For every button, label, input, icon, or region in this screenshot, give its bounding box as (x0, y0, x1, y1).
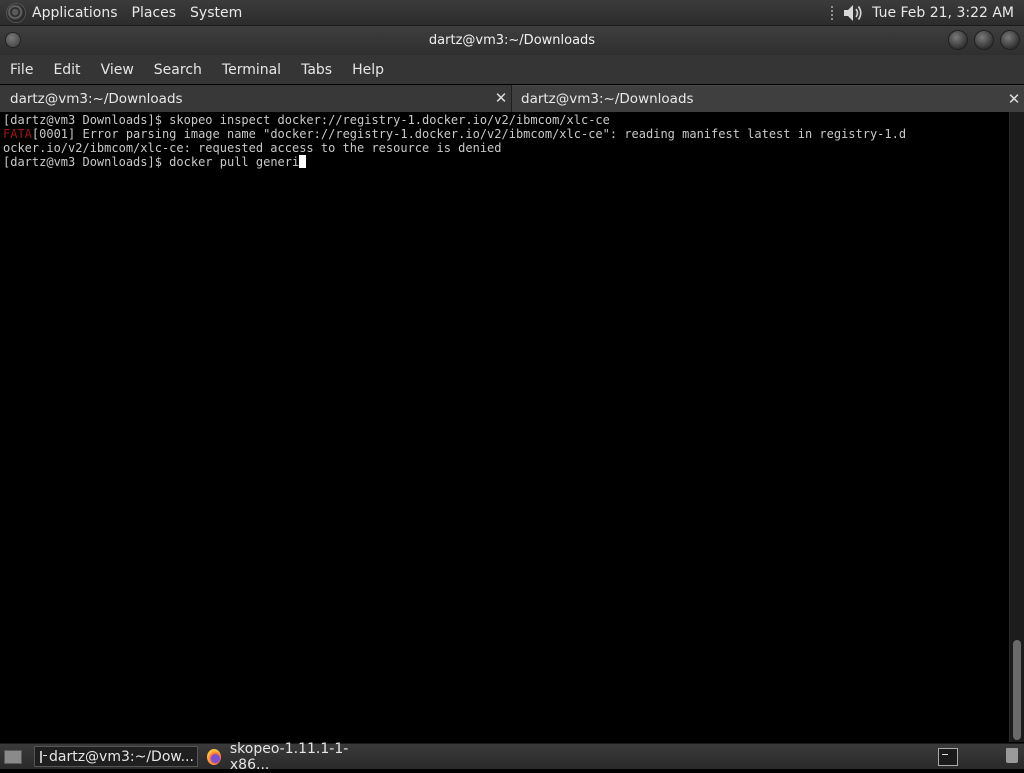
terminal-line: [dartz@vm3 Downloads]$ skopeo inspect do… (3, 113, 610, 127)
volume-icon[interactable] (842, 3, 864, 23)
bottom-panel: dartz@vm3:~/Dow... skopeo-1.11.1-1-x86..… (0, 741, 1024, 773)
menu-search[interactable]: Search (144, 62, 212, 78)
terminal-output[interactable]: [dartz@vm3 Downloads]$ skopeo inspect do… (0, 112, 1009, 742)
command-input[interactable]: docker pull generi (169, 155, 299, 169)
terminal-icon (40, 750, 47, 763)
tab-label: dartz@vm3:~/Downloads (10, 90, 183, 107)
window-menu-icon[interactable] (6, 33, 20, 47)
tab-label: dartz@vm3:~/Downloads (521, 91, 694, 107)
menu-view[interactable]: View (91, 62, 144, 78)
window-title: dartz@vm3:~/Downloads (428, 33, 596, 48)
minimize-button[interactable] (949, 31, 967, 49)
close-window-button[interactable] (1001, 31, 1019, 49)
scrollbar-thumb[interactable] (1013, 640, 1021, 740)
close-tab-icon[interactable]: ✕ (493, 89, 509, 107)
menu-edit[interactable]: Edit (43, 62, 90, 78)
taskbar-item-label: dartz@vm3:~/Dow... (49, 748, 194, 765)
tab-2[interactable]: dartz@vm3:~/Downloads ✕ (512, 85, 1024, 112)
trash-icon[interactable] (1006, 748, 1018, 763)
terminal-scrollbar[interactable] (1009, 112, 1024, 742)
terminal-line: ocker.io/v2/ibmcom/xlc-ce: requested acc… (3, 141, 502, 155)
tray-drag-handle-icon[interactable] (830, 4, 835, 21)
tab-bar: dartz@vm3:~/Downloads ✕ dartz@vm3:~/Down… (0, 85, 1024, 112)
menu-terminal[interactable]: Terminal (212, 62, 291, 78)
places-menu[interactable]: Places (132, 5, 177, 21)
taskbar-item-terminal[interactable]: dartz@vm3:~/Dow... (34, 746, 198, 767)
clock[interactable]: Tue Feb 21, 3:22 AM (872, 5, 1014, 21)
menu-tabs[interactable]: Tabs (291, 62, 342, 78)
firefox-icon (207, 748, 221, 765)
close-tab-icon[interactable]: ✕ (1006, 90, 1022, 108)
workspace-switcher-icon[interactable] (938, 747, 958, 766)
text-cursor (299, 155, 307, 168)
taskbar-item-firefox[interactable]: skopeo-1.11.1-1-x86... (202, 741, 372, 773)
menu-file[interactable]: File (0, 62, 43, 78)
maximize-button[interactable] (975, 31, 993, 49)
terminal-prompt-line[interactable]: [dartz@vm3 Downloads]$ docker pull gener… (3, 155, 1009, 169)
window-titlebar[interactable]: dartz@vm3:~/Downloads (0, 26, 1024, 55)
distro-logo-icon[interactable] (7, 3, 25, 22)
menu-help[interactable]: Help (342, 62, 394, 78)
panel-tray: Tue Feb 21, 3:22 AM (830, 0, 1024, 25)
top-panel: Applications Places System Tue Feb 21, 3… (0, 0, 1024, 26)
applications-menu[interactable]: Applications (32, 5, 118, 21)
terminal-line: FATA[0001] Error parsing image name "doc… (3, 127, 1009, 141)
show-desktop-icon[interactable] (4, 749, 22, 764)
system-menu[interactable]: System (190, 5, 242, 21)
tab-1[interactable]: dartz@vm3:~/Downloads ✕ (0, 85, 512, 112)
error-text: [0001] Error parsing image name "docker:… (31, 127, 907, 141)
fatal-tag: FATA (3, 127, 32, 141)
shell-prompt: [dartz@vm3 Downloads]$ (3, 155, 170, 169)
menubar: File Edit View Search Terminal Tabs Help (0, 55, 1024, 84)
